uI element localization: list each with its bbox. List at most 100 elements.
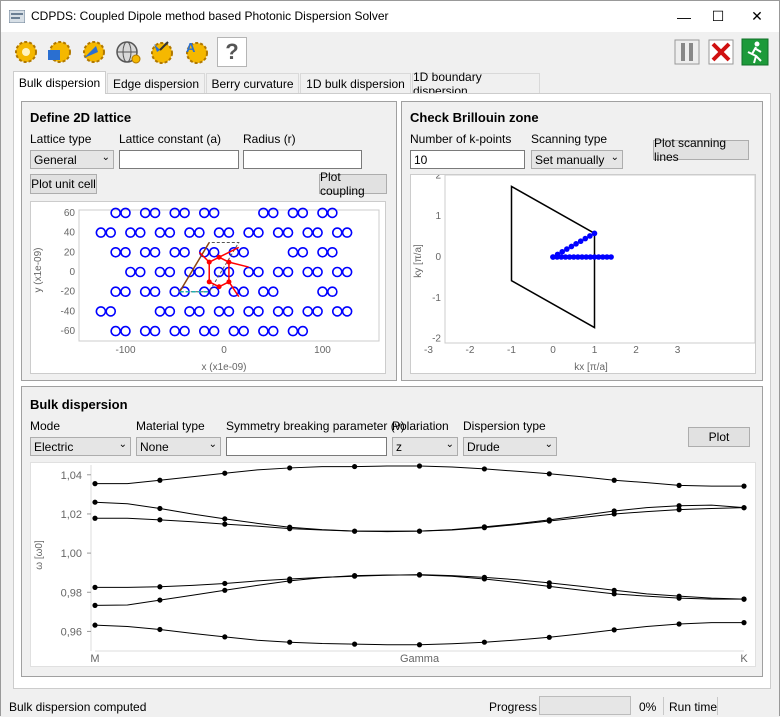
pause-icon[interactable] [672, 37, 702, 67]
bz-x-tick: 0 [550, 345, 556, 356]
scanning-type-label: Scanning type [531, 132, 608, 146]
bz-y-tick: 1 [435, 211, 441, 222]
gear-blue-icon[interactable] [45, 37, 75, 67]
lattice-y-tick: 40 [64, 228, 76, 239]
band-point [352, 641, 358, 647]
plot-button[interactable]: Plot [688, 427, 750, 447]
band-line [94, 501, 745, 532]
material-type-select[interactable]: None ⌄ [136, 437, 221, 456]
band-point [546, 583, 552, 589]
band-point [611, 627, 617, 633]
bz-x-tick: 3 [675, 345, 681, 356]
bulk-dispersion-group: Bulk dispersion Mode Material type Symme… [21, 386, 763, 677]
bz-x-tick: 1 [592, 345, 598, 356]
lattice-type-value: General [34, 153, 77, 167]
progress-label: Progress [489, 700, 538, 714]
plot-scanning-lines-button[interactable]: Plot scanning lines [653, 136, 749, 164]
material-type-value: None [140, 440, 169, 454]
band-point [676, 482, 682, 488]
plot-coupling-button[interactable]: Plot coupling [319, 170, 387, 198]
status-separator [663, 697, 664, 715]
close-window-button[interactable]: ✕ [734, 1, 780, 32]
band-point [611, 591, 617, 597]
band-point [157, 626, 163, 633]
band-point [676, 503, 682, 509]
tab-bulk-dispersion[interactable]: Bulk dispersion [13, 71, 106, 94]
band-point [287, 465, 293, 471]
band-point [222, 580, 228, 587]
chevron-down-icon: ⌄ [610, 152, 619, 163]
scanning-type-value: Set manually [535, 153, 605, 167]
tab-1d-boundary-dispersion[interactable]: 1D boundary dispersion [412, 70, 540, 98]
app-icon [9, 10, 25, 23]
radius-input[interactable] [243, 150, 362, 169]
lattice-constant-input[interactable] [119, 150, 239, 169]
band-point [546, 517, 552, 523]
band-point [92, 602, 98, 608]
help-icon[interactable]: ? [217, 37, 247, 67]
bz-x-axis-label: kx [π/a] [574, 362, 608, 373]
dispersion-type-value: Drude [467, 440, 500, 454]
scanning-type-select[interactable]: Set manually ⌄ [531, 150, 623, 169]
lattice-x-axis-label: x (x1e-09) [201, 362, 246, 373]
progress-percent: 0% [639, 700, 657, 714]
lattice-y-tick: 60 [64, 208, 76, 219]
symmetry-breaking-input[interactable] [226, 437, 387, 456]
band-point [676, 621, 682, 627]
band-line [94, 574, 744, 606]
status-bar: Bulk dispersion computed Progress 0% Run… [1, 695, 779, 717]
lattice-y-axis-label: y (x1e-09) [33, 247, 44, 292]
kpoints-input[interactable]: 10 [410, 150, 525, 169]
lattice-plot-canvas: x (x1e-09) y (x1e-09) -100 0 100 60 40 20 0 -20… [33, 207, 380, 373]
band-point [741, 620, 747, 626]
tab-berry-curvature[interactable]: Berry curvature [206, 73, 299, 93]
lattice-x-tick: -100 [115, 345, 135, 356]
toolbar: A ? [1, 32, 779, 72]
dispersion-type-select[interactable]: Drude ⌄ [463, 437, 557, 456]
stop-icon[interactable] [706, 37, 736, 67]
y-tick-label: 0,98 [61, 587, 82, 599]
y-tick-label: 1,04 [61, 470, 82, 482]
chevron-down-icon: ⌄ [208, 439, 217, 450]
tab-edge-dispersion[interactable]: Edge dispersion [107, 73, 205, 93]
band-line [94, 622, 744, 646]
gear-brush-icon[interactable] [147, 37, 177, 67]
band-point [546, 634, 552, 640]
polarization-select[interactable]: z ⌄ [392, 437, 458, 456]
bz-plot-canvas: kx [π/a] ky [π/a] -3 -2 -1 0 1 2 3210-1-2 [413, 170, 756, 373]
band-line [95, 504, 745, 533]
bz-y-tick: -1 [432, 293, 441, 304]
bz-x-tick: -3 [424, 345, 433, 356]
tab-1d-bulk-dispersion[interactable]: 1D bulk dispersion [300, 73, 411, 93]
band-point [546, 471, 552, 477]
lattice-group: Define 2D lattice Lattice type Lattice c… [21, 101, 397, 381]
kpoints-label: Number of k-points [410, 132, 512, 146]
band-point [222, 634, 228, 640]
lattice-type-select[interactable]: General ⌄ [30, 150, 114, 169]
gear-icon[interactable] [11, 37, 41, 67]
lattice-y-tick: -20 [61, 287, 76, 298]
coupling-dot [206, 259, 212, 265]
lattice-y-tick: -60 [61, 326, 76, 337]
gear-arrow-icon[interactable] [79, 37, 109, 67]
band-point [157, 517, 163, 523]
exit-icon[interactable] [740, 37, 770, 67]
band-point [676, 595, 682, 601]
font-gear-icon[interactable]: A [181, 37, 211, 67]
chevron-down-icon: ⌄ [118, 439, 127, 450]
x-tick-label: K [740, 653, 748, 665]
window-title: CDPDS: Coupled Dipole method based Photo… [31, 9, 389, 23]
band-point [92, 515, 98, 521]
band-point [481, 639, 487, 645]
band-point [157, 584, 163, 590]
band-point [741, 483, 747, 489]
lattice-y-tick: -40 [61, 306, 76, 317]
plot-unit-cell-button[interactable]: Plot unit cell [30, 174, 97, 194]
status-message: Bulk dispersion computed [9, 700, 147, 714]
lattice-type-label: Lattice type [30, 132, 92, 146]
coupling-dot [206, 279, 212, 285]
mode-select[interactable]: Electric ⌄ [30, 437, 131, 456]
band-point [481, 576, 487, 582]
runtime-label: Run time [669, 700, 718, 714]
globe-gear-icon[interactable] [113, 37, 143, 67]
